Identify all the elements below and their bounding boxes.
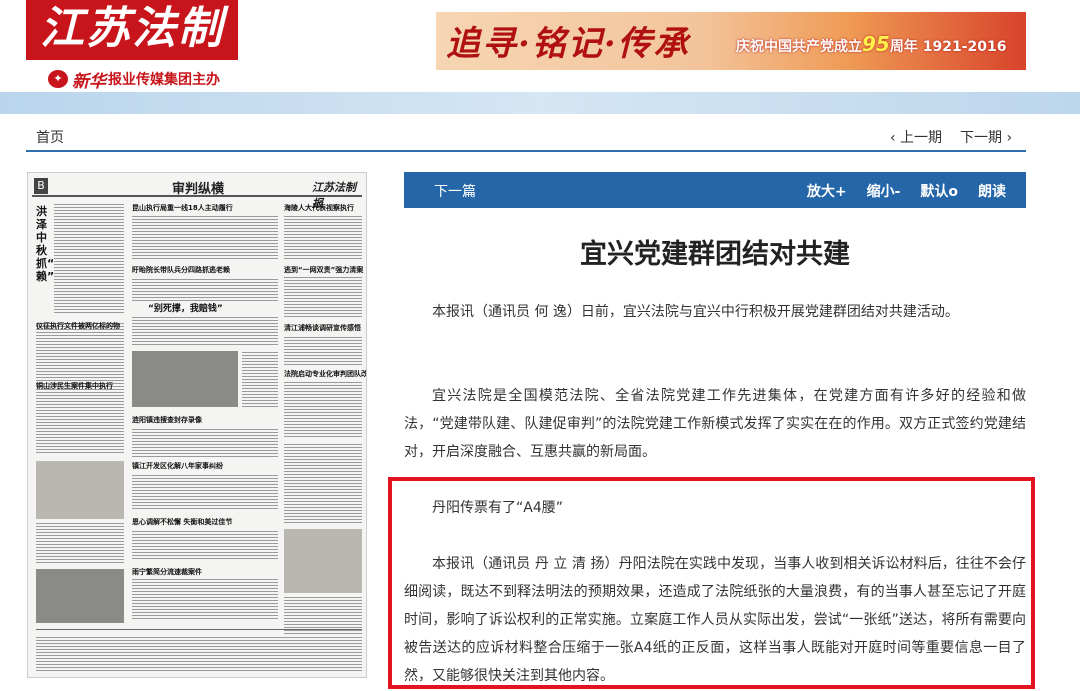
article-toolbar: 下一篇 放大+ 缩小- 默认o 朗读 <box>404 172 1026 208</box>
paper-headline[interactable]: 逃到“一网双责”强力清案 <box>284 265 363 275</box>
site-logo[interactable]: 江苏法制报 <box>26 0 238 112</box>
paper-headline[interactable]: 雨宁繁简分流速裁案件 <box>132 567 202 577</box>
banner-number: 95 <box>862 32 890 56</box>
next-issue-link[interactable]: 下一期 › <box>960 127 1012 147</box>
banner-slogan: 追寻·铭记·传承 <box>446 24 690 64</box>
xinhua-emblem-icon: ✦ <box>48 70 68 88</box>
article-block <box>36 523 124 563</box>
publisher-brand: 新华 <box>72 71 106 92</box>
highlight-box <box>388 477 1035 689</box>
article-block <box>132 473 278 509</box>
page-rule <box>36 629 362 630</box>
page-letter: B <box>34 178 48 194</box>
article-block <box>284 443 362 523</box>
publisher-line: ✦ 新华 报业传媒集团主办 <box>48 68 220 92</box>
article-block <box>132 579 278 619</box>
issue-nav: 首页 ‹ 上一期 下一期 › <box>26 118 1026 152</box>
home-link[interactable]: 首页 <box>36 127 64 147</box>
paper-headline[interactable]: 仪征执行文件被两亿标的物 <box>36 321 120 331</box>
newspaper-page-image[interactable]: B 审判纵横 江苏法制报 洪泽中秋抓“老赖” 昆山执行局重一线18人主动履行 海… <box>27 172 367 678</box>
article-paragraph: 宜兴法院是全国模范法院、全省法院党建工作先进集体，在党建方面有许多好的经验和做法… <box>404 388 1026 460</box>
paper-headline[interactable]: 盱眙院长带队兵分四路抓逃老赖 <box>132 265 230 275</box>
article-block <box>132 427 278 457</box>
paper-headline[interactable]: 海陵人大代表视察执行 <box>284 203 354 213</box>
article-block <box>242 351 278 407</box>
vertical-headline: 洪泽中秋抓“老赖” <box>36 205 66 283</box>
paper-headline[interactable]: 法院启动专业化审判团队改革模式 <box>284 369 366 379</box>
paper-headline[interactable]: 铜山涉民生案件集中执行 <box>36 381 113 391</box>
article-block <box>132 529 278 559</box>
article-block <box>132 215 278 259</box>
news-photo <box>132 351 238 407</box>
news-photo <box>284 529 362 593</box>
article-block <box>284 215 362 259</box>
article-block <box>284 277 362 317</box>
reader-controls: 放大+ 缩小- 默认o 朗读 <box>807 181 1006 201</box>
article-block <box>284 381 362 437</box>
article-title: 宜兴党建群团结对共建 <box>580 239 850 270</box>
paper-headline[interactable]: 镇江开发区化解八年家事纠纷 <box>132 461 223 471</box>
article-paragraph: 本报讯（通讯员 何 逸）日前，宜兴法院与宜兴中行积极开展党建群团结对共建活动。 <box>432 304 959 320</box>
article-block <box>132 315 278 345</box>
article-block <box>36 393 124 453</box>
next-article-link[interactable]: 下一篇 <box>434 181 476 201</box>
anniversary-banner[interactable]: 追寻·铭记·传承 庆祝中国共产党成立95周年 1921-2016 <box>436 12 1026 70</box>
article-block <box>284 597 362 637</box>
banner-caption: 庆祝中国共产党成立95周年 1921-2016 <box>736 32 1007 56</box>
article-block <box>132 277 278 301</box>
paper-headline[interactable]: 恩心调解不松懈 失衡和美过佳节 <box>132 517 232 527</box>
read-aloud-button[interactable]: 朗读 <box>978 181 1006 201</box>
header-sky-strip <box>0 92 1080 114</box>
article-block <box>36 635 362 671</box>
paper-masthead: B 审判纵横 江苏法制报 <box>32 177 362 210</box>
article-block <box>284 335 362 365</box>
news-photo <box>36 461 124 519</box>
paper-headline[interactable]: 清江浦畅谈调研宣传感悟 <box>284 323 361 333</box>
site-header: 江苏法制报 ✦ 新华 报业传媒集团主办 追寻·铭记·传承 庆祝中国共产党成立95… <box>0 0 1080 112</box>
news-photo <box>36 569 124 623</box>
zoom-out-button[interactable]: 缩小- <box>867 181 901 201</box>
article-block <box>54 203 124 313</box>
zoom-in-button[interactable]: 放大+ <box>807 181 847 201</box>
default-size-button[interactable]: 默认o <box>920 181 958 201</box>
page-section-title: 审判纵横 <box>172 182 225 197</box>
paper-headline[interactable]: 昆山执行局重一线18人主动履行 <box>132 203 233 213</box>
paper-headline[interactable]: 涟阳镇违搜查封存录像 <box>132 415 202 425</box>
publisher-text: 报业传媒集团主办 <box>108 72 220 88</box>
prev-issue-link[interactable]: ‹ 上一期 <box>890 127 942 147</box>
paper-headline[interactable]: “别死撑，我赔钱” <box>148 301 223 314</box>
